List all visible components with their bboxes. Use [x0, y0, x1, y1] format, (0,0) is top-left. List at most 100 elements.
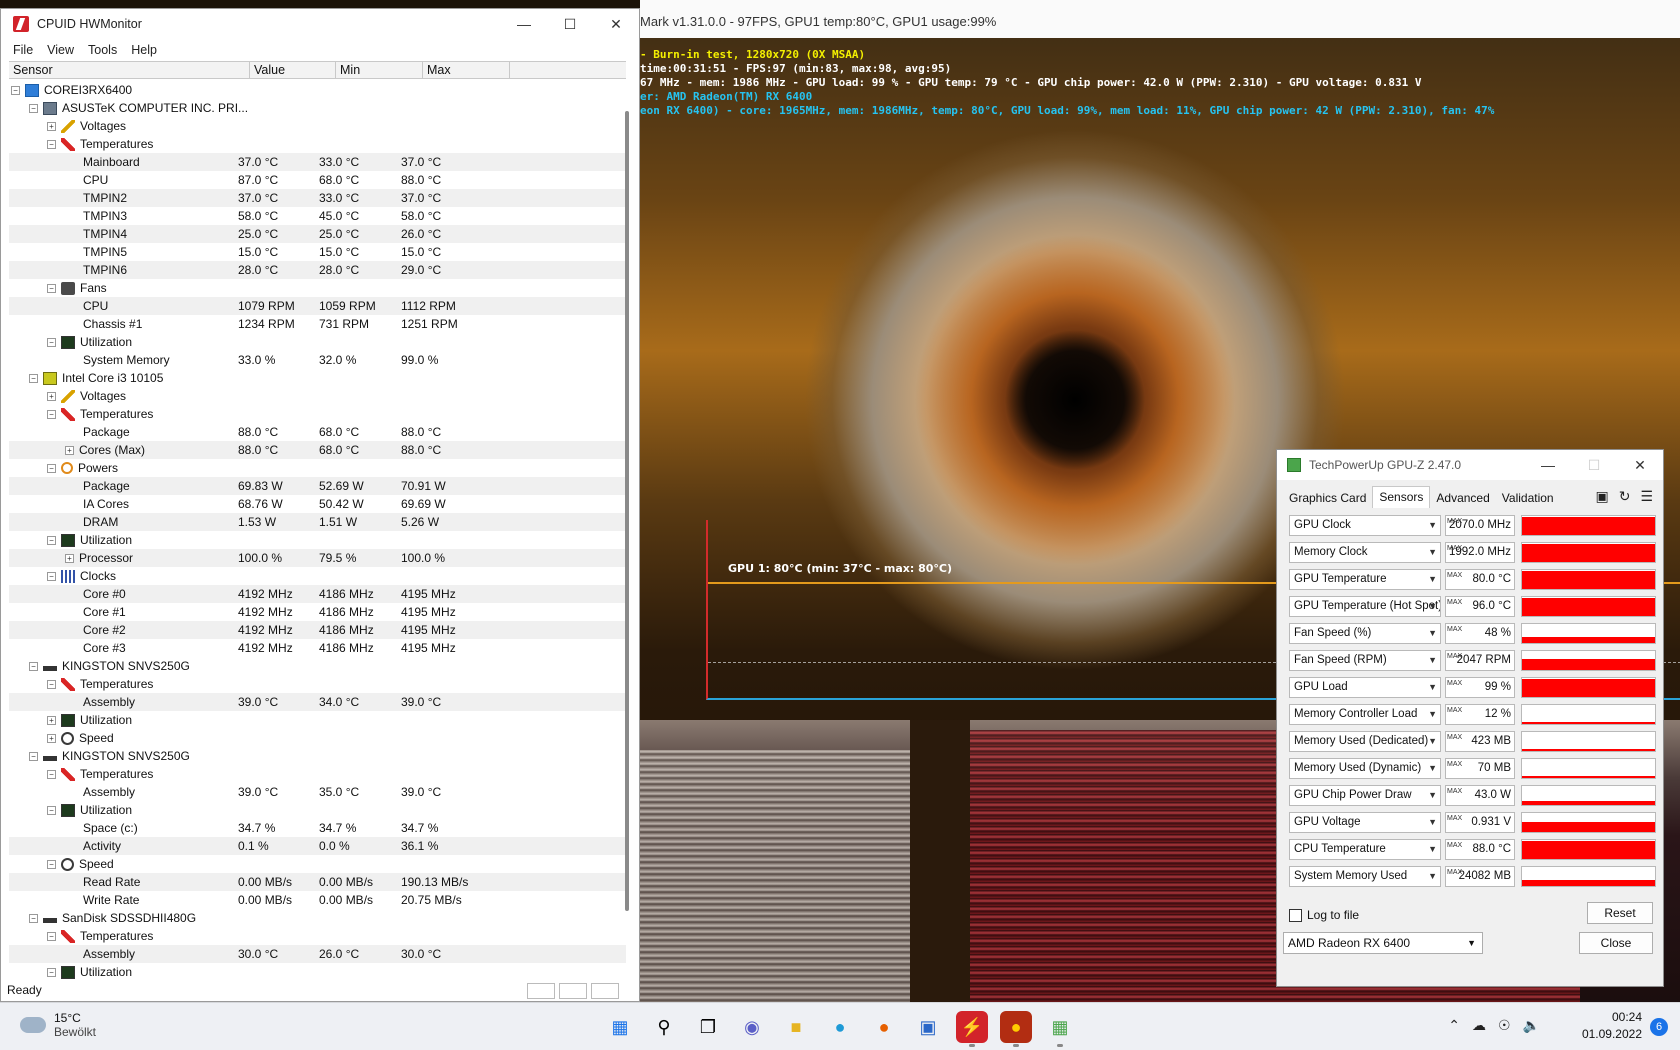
close-button[interactable]: ✕ [593, 9, 639, 39]
collapse-toggle-icon[interactable]: − [47, 535, 56, 545]
clock[interactable]: 00:24 01.09.2022 [1582, 1009, 1642, 1043]
speaker-icon[interactable]: 🔈 [1523, 1017, 1540, 1034]
close-dialog-button[interactable]: Close [1579, 932, 1653, 954]
maximize-button[interactable]: ☐ [1571, 450, 1617, 480]
sensor-row[interactable]: Activity 0.1 % 0.0 % 36.1 % [9, 837, 626, 855]
column-max[interactable]: Max [423, 62, 510, 79]
sensor-select[interactable]: Fan Speed (%) ▼ [1289, 623, 1441, 644]
sensor-group-row[interactable]: − ASUSTeK COMPUTER INC. PRI... [9, 99, 626, 117]
sensor-row[interactable]: Space (c:) 34.7 % 34.7 % 34.7 % [9, 819, 626, 837]
sensor-row[interactable]: Package 88.0 °C 68.0 °C 88.0 °C [9, 423, 626, 441]
sensor-select[interactable]: Fan Speed (RPM) ▼ [1289, 650, 1441, 671]
collapse-toggle-icon[interactable]: − [47, 967, 56, 977]
sensor-select[interactable]: Memory Controller Load ▼ [1289, 704, 1441, 725]
notification-badge[interactable]: 6 [1650, 1018, 1668, 1036]
minimize-button[interactable]: — [1525, 450, 1571, 480]
sensor-group-row[interactable]: − Clocks [9, 567, 626, 585]
sensor-row[interactable]: Core #0 4192 MHz 4186 MHz 4195 MHz [9, 585, 626, 603]
expand-toggle-icon[interactable]: + [65, 445, 74, 455]
expand-toggle-icon[interactable]: + [47, 715, 56, 725]
sensor-row[interactable]: Core #1 4192 MHz 4186 MHz 4195 MHz [9, 603, 626, 621]
sensor-group-row[interactable]: − Intel Core i3 10105 [9, 369, 626, 387]
collapse-toggle-icon[interactable]: − [47, 805, 56, 815]
sensor-row[interactable]: Write Rate 0.00 MB/s 0.00 MB/s 20.75 MB/s [9, 891, 626, 909]
sensor-select[interactable]: GPU Voltage ▼ [1289, 812, 1441, 833]
sensor-row[interactable]: TMPIN3 58.0 °C 45.0 °C 58.0 °C [9, 207, 626, 225]
collapse-toggle-icon[interactable]: − [47, 409, 56, 419]
sensor-row[interactable]: DRAM 1.53 W 1.51 W 5.26 W [9, 513, 626, 531]
sensor-group-row[interactable]: + Voltages [9, 117, 626, 135]
sensor-row[interactable]: Read Rate 0.00 MB/s 0.00 MB/s 190.13 MB/s [9, 873, 626, 891]
collapse-toggle-icon[interactable]: − [29, 751, 38, 761]
sensor-select[interactable]: Memory Clock ▼ [1289, 542, 1441, 563]
menu-view[interactable]: View [35, 43, 74, 57]
task-view-icon[interactable]: ❐ [692, 1011, 724, 1043]
sensor-row[interactable]: Core #2 4192 MHz 4186 MHz 4195 MHz [9, 621, 626, 639]
tab-graphics-card[interactable]: Graphics Card [1283, 488, 1372, 508]
furmark-taskbar-icon[interactable]: ● [1000, 1011, 1032, 1047]
sensor-select[interactable]: Memory Used (Dedicated) ▼ [1289, 731, 1441, 752]
chat-icon[interactable]: ◉ [736, 1011, 768, 1043]
sensor-group-row[interactable]: − Powers [9, 459, 626, 477]
hamburger-menu-icon[interactable]: ☰ [1640, 488, 1653, 505]
sensor-group-row[interactable]: + Voltages [9, 387, 626, 405]
sensor-row[interactable]: Mainboard 37.0 °C 33.0 °C 37.0 °C [9, 153, 626, 171]
close-button[interactable]: ✕ [1617, 450, 1663, 480]
gpuz-taskbar-icon[interactable]: ▦ [1044, 1011, 1076, 1047]
camera-icon[interactable]: ▣ [1595, 488, 1608, 505]
collapse-toggle-icon[interactable]: − [29, 913, 38, 923]
firefox-icon[interactable]: ● [868, 1011, 900, 1043]
sensor-row[interactable]: TMPIN4 25.0 °C 25.0 °C 26.0 °C [9, 225, 626, 243]
sensor-row[interactable]: CPU 87.0 °C 68.0 °C 88.0 °C [9, 171, 626, 189]
sensor-group-row[interactable]: + Utilization [9, 711, 626, 729]
furmark-titlebar[interactable]: Mark v1.31.0.0 - 97FPS, GPU1 temp:80°C, … [640, 0, 1680, 38]
file-explorer-icon[interactable]: ■ [780, 1011, 812, 1043]
sensor-group-row[interactable]: − Utilization [9, 531, 626, 549]
sensor-row[interactable]: TMPIN5 15.0 °C 15.0 °C 15.0 °C [9, 243, 626, 261]
sensor-row[interactable]: + Processor 100.0 % 79.5 % 100.0 % [9, 549, 626, 567]
collapse-toggle-icon[interactable]: − [47, 463, 56, 473]
sensor-select[interactable]: GPU Load ▼ [1289, 677, 1441, 698]
gpu-device-select[interactable]: AMD Radeon RX 6400 ▼ [1283, 932, 1483, 954]
hwmonitor-titlebar[interactable]: CPUID HWMonitor — ☐ ✕ [1, 9, 639, 39]
sensor-row[interactable]: Assembly 30.0 °C 26.0 °C 30.0 °C [9, 945, 626, 963]
sensor-group-row[interactable]: − Utilization [9, 333, 626, 351]
sensor-row[interactable]: IA Cores 68.76 W 50.42 W 69.69 W [9, 495, 626, 513]
collapse-toggle-icon[interactable]: − [29, 661, 38, 671]
sensor-group-row[interactable]: − Temperatures [9, 405, 626, 423]
start-icon[interactable]: ▦ [604, 1011, 636, 1043]
sensor-select[interactable]: GPU Chip Power Draw ▼ [1289, 785, 1441, 806]
tab-advanced[interactable]: Advanced [1430, 488, 1495, 508]
collapse-toggle-icon[interactable]: − [47, 769, 56, 779]
sensor-group-row[interactable]: − SanDisk SDSSDHII480G [9, 909, 626, 927]
store-icon[interactable]: ▣ [912, 1011, 944, 1043]
refresh-icon[interactable]: ↻ [1619, 488, 1631, 505]
sensor-select[interactable]: GPU Temperature (Hot Spot) ▼ [1289, 596, 1441, 617]
menu-help[interactable]: Help [119, 43, 157, 57]
chevron-up-icon[interactable]: ⌃ [1448, 1017, 1460, 1034]
sensor-row[interactable]: Chassis #1 1234 RPM 731 RPM 1251 RPM [9, 315, 626, 333]
collapse-toggle-icon[interactable]: − [47, 931, 56, 941]
reset-button[interactable]: Reset [1587, 902, 1653, 924]
weather-widget[interactable]: 15°C Bewölkt [20, 1011, 96, 1039]
sensor-group-row[interactable]: − Utilization [9, 801, 626, 819]
sensor-row[interactable]: TMPIN2 37.0 °C 33.0 °C 37.0 °C [9, 189, 626, 207]
vertical-scrollbar[interactable] [623, 81, 631, 961]
sensor-group-row[interactable]: − Temperatures [9, 675, 626, 693]
sensor-row[interactable]: CPU 1079 RPM 1059 RPM 1112 RPM [9, 297, 626, 315]
collapse-toggle-icon[interactable]: − [11, 85, 20, 95]
expand-toggle-icon[interactable]: + [47, 391, 56, 401]
sensor-group-row[interactable]: − Temperatures [9, 765, 626, 783]
sensor-group-row[interactable]: − Temperatures [9, 927, 626, 945]
sensor-row[interactable]: + Cores (Max) 88.0 °C 68.0 °C 88.0 °C [9, 441, 626, 459]
globe-icon[interactable]: ☉ [1498, 1017, 1511, 1034]
menu-file[interactable]: File [1, 43, 33, 57]
sensor-row[interactable]: Core #3 4192 MHz 4186 MHz 4195 MHz [9, 639, 626, 657]
sensor-group-row[interactable]: − KINGSTON SNVS250G [9, 747, 626, 765]
gpuz-titlebar[interactable]: TechPowerUp GPU-Z 2.47.0 — ☐ ✕ [1277, 450, 1663, 480]
expand-toggle-icon[interactable]: + [47, 121, 56, 131]
collapse-toggle-icon[interactable]: − [47, 859, 56, 869]
collapse-toggle-icon[interactable]: − [47, 139, 56, 149]
sensor-select[interactable]: GPU Temperature ▼ [1289, 569, 1441, 590]
sensor-select[interactable]: System Memory Used ▼ [1289, 866, 1441, 887]
